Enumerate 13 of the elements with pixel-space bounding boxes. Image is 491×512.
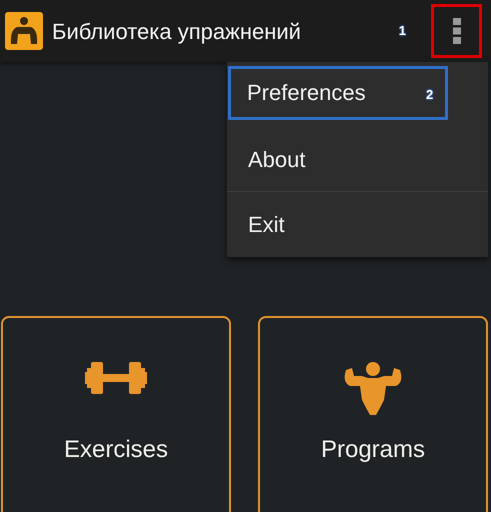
menu-icon bbox=[452, 18, 460, 44]
app-logo-icon bbox=[5, 12, 43, 50]
tile-card[interactable]: Programs bbox=[258, 316, 488, 512]
app-title: Библиотека упражнений bbox=[52, 18, 302, 46]
menu-item[interactable]: Exit bbox=[227, 192, 488, 257]
tile-label: Programs bbox=[320, 435, 426, 465]
tile-label: Exercises bbox=[64, 435, 168, 465]
callout-number: 1 bbox=[398, 22, 406, 40]
tile-card[interactable]: Exercises bbox=[1, 316, 231, 512]
menu-button[interactable] bbox=[431, 4, 482, 58]
dumbbell-icon bbox=[83, 360, 149, 396]
callout-number: 2 bbox=[426, 86, 434, 104]
menu-item[interactable]: About bbox=[227, 127, 488, 192]
